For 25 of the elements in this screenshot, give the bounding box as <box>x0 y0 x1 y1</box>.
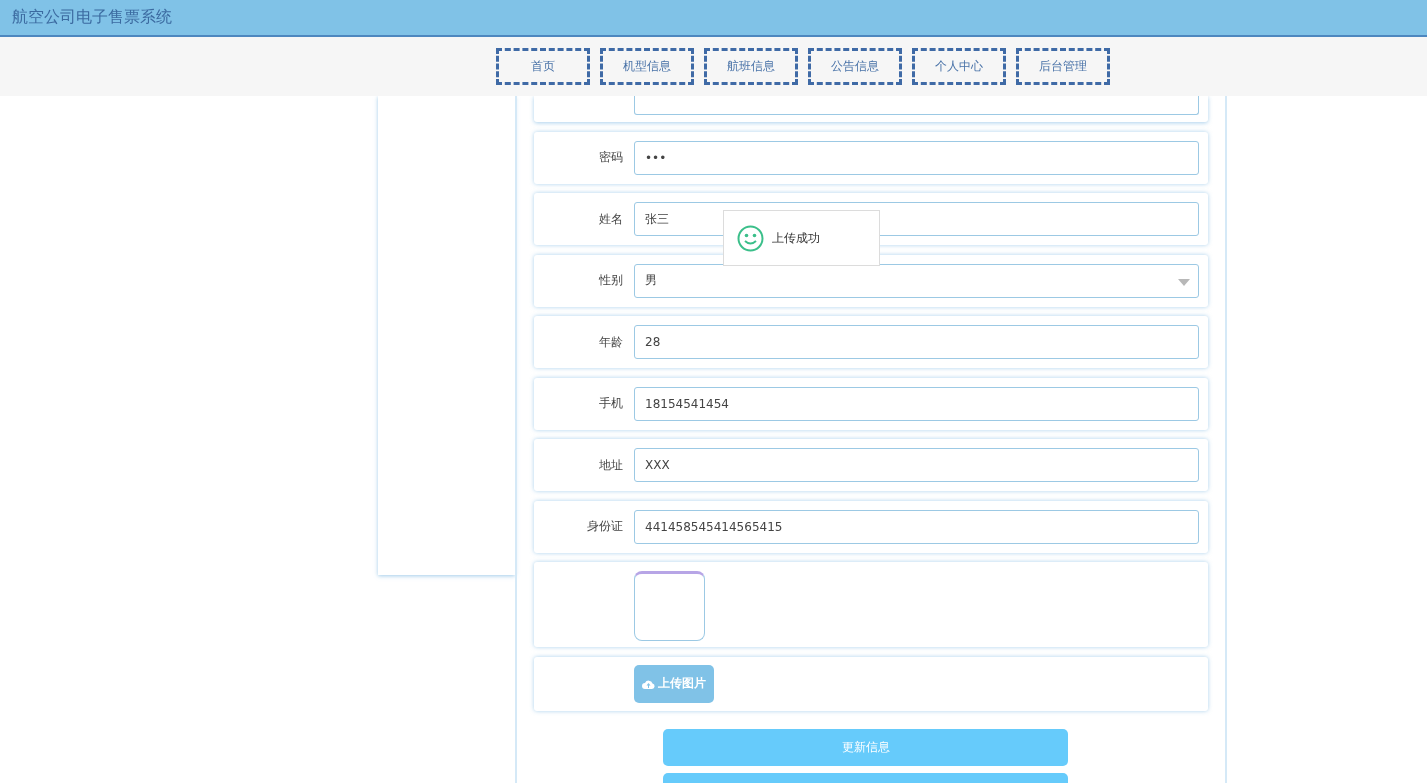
field-label: 地址 <box>598 456 623 474</box>
nav-tab[interactable]: 后台管理 <box>1015 48 1110 85</box>
nav-tab[interactable]: 公告信息 <box>807 48 902 85</box>
field-label: 身份证 <box>586 518 623 535</box>
nav-tab[interactable]: 机型信息 <box>599 48 694 85</box>
input-field[interactable]: 28 <box>634 325 1199 359</box>
nav-tab[interactable]: 航班信息 <box>703 48 798 85</box>
input-field[interactable] <box>634 96 1199 115</box>
field-label: 姓名 <box>598 210 623 228</box>
caret-icon <box>1178 278 1190 286</box>
field-label: 手机 <box>598 395 623 412</box>
input-field[interactable]: 441458545414565415 <box>634 509 1199 544</box>
input-field[interactable]: ••• <box>634 140 1199 175</box>
image-placeholder <box>634 571 705 641</box>
nav-tab[interactable]: 个人中心 <box>911 48 1006 85</box>
field-label: 性别 <box>598 272 623 289</box>
smile-icon <box>737 224 764 252</box>
button[interactable] <box>663 773 1068 783</box>
input-field[interactable]: XXX <box>634 448 1199 482</box>
input-field[interactable]: 18154541454 <box>634 386 1199 421</box>
field-label: 密码 <box>598 149 623 166</box>
field-label: 年龄 <box>598 333 623 351</box>
cloud-upload-icon <box>642 678 655 689</box>
nav-tab[interactable]: 首页 <box>495 48 590 85</box>
app-title: 航空公司电子售票系统 <box>12 7 172 28</box>
